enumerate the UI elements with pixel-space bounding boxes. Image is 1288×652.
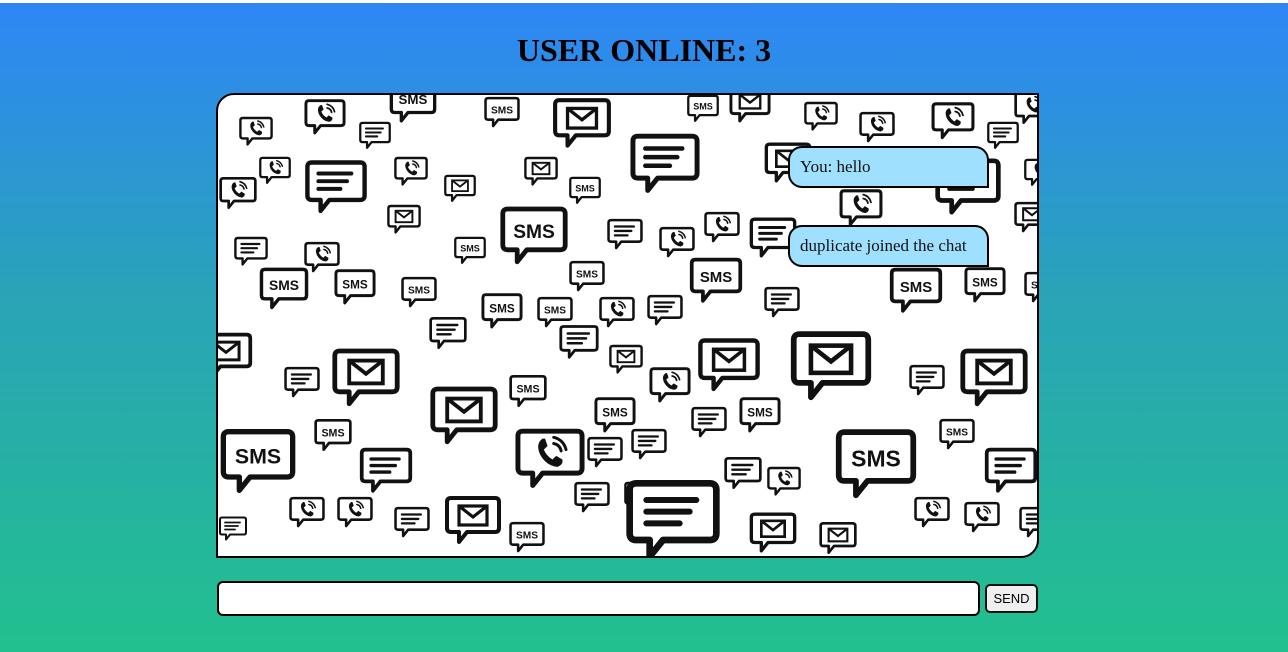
sms-bubble-icon <box>889 267 943 313</box>
envelope-bubble-icon <box>555 100 609 145</box>
message-input[interactable] <box>217 581 980 616</box>
phone-bubble-icon <box>859 111 895 143</box>
envelope-bubble-icon <box>794 334 869 397</box>
phone-bubble-icon <box>304 99 346 135</box>
phone-bubble-icon <box>239 116 273 146</box>
sms-bubble-icon <box>569 260 605 292</box>
sms-bubble-icon <box>259 267 309 310</box>
envelope-bubble-icon <box>218 332 253 378</box>
phone-bubble-icon <box>518 431 582 485</box>
sms-bubble-icon <box>454 236 486 264</box>
message-lines-bubble-icon <box>647 294 683 326</box>
phone-bubble-icon <box>259 156 291 184</box>
message-lines-bubble-icon <box>1019 506 1037 538</box>
sms-bubble-icon <box>334 269 376 305</box>
envelope-bubble-icon <box>700 341 757 389</box>
phone-bubble-icon <box>304 241 340 273</box>
envelope-bubble-icon <box>335 351 397 404</box>
message-lines-bubble-icon <box>307 163 364 211</box>
message-lines-bubble-icon <box>587 436 623 468</box>
sms-bubble-icon <box>537 296 573 328</box>
envelope-bubble-icon <box>963 351 1025 404</box>
envelope-bubble-icon <box>749 512 797 553</box>
sms-bubble-icon <box>481 293 523 329</box>
message-lines-bubble-icon <box>359 447 413 493</box>
message-lines-bubble-icon <box>574 481 610 513</box>
message-lines-bubble-icon <box>234 236 268 266</box>
phone-bubble-icon <box>767 466 801 496</box>
sms-bubble-icon <box>839 432 914 495</box>
message-lines-bubble-icon <box>559 325 599 359</box>
sms-bubble-icon <box>401 276 437 308</box>
phone-bubble-icon <box>659 226 695 258</box>
message-lines-bubble-icon <box>764 286 800 318</box>
phone-bubble-icon <box>931 102 975 140</box>
envelope-bubble-icon <box>729 95 771 123</box>
phone-bubble-icon <box>394 156 428 186</box>
chat-window[interactable]: SMS You: hello duplicate joined the chat <box>216 93 1039 558</box>
chat-message: duplicate joined the chat <box>788 225 989 267</box>
sms-bubble-icon <box>687 95 719 122</box>
message-lines-bubble-icon <box>984 447 1037 493</box>
envelope-bubble-icon <box>819 521 857 555</box>
phone-bubble-icon <box>649 367 691 403</box>
envelope-bubble-icon <box>387 204 421 234</box>
top-border-strip <box>0 0 1288 3</box>
message-lines-bubble-icon <box>633 136 697 190</box>
sms-bubble-icon <box>569 176 601 204</box>
message-lines-bubble-icon <box>630 483 717 556</box>
message-lines-bubble-icon <box>724 457 762 489</box>
sms-bubble-icon <box>509 375 547 407</box>
sms-bubble-icon <box>389 95 437 123</box>
message-lines-bubble-icon <box>909 364 945 396</box>
phone-bubble-icon <box>1014 95 1037 125</box>
phone-bubble-icon <box>599 296 635 328</box>
sms-bubble-icon <box>503 209 565 262</box>
online-users-title: USER ONLINE: 3 <box>516 32 772 68</box>
phone-bubble-icon <box>289 496 325 528</box>
phone-bubble-icon <box>804 101 838 131</box>
message-lines-bubble-icon <box>987 121 1019 149</box>
envelope-bubble-icon <box>433 389 495 442</box>
phone-bubble-icon <box>1024 158 1037 186</box>
message-lines-bubble-icon <box>394 506 430 538</box>
send-button[interactable]: SEND <box>985 584 1038 613</box>
sms-bubble-icon <box>739 397 781 433</box>
phone-bubble-icon <box>704 211 740 243</box>
sms-bubble-icon <box>964 267 1006 303</box>
envelope-bubble-icon <box>1014 201 1037 233</box>
envelope-bubble-icon <box>445 496 501 544</box>
message-lines-bubble-icon <box>284 366 320 398</box>
phone-bubble-icon <box>839 189 883 227</box>
message-lines-bubble-icon <box>219 516 247 541</box>
envelope-bubble-icon <box>609 344 643 374</box>
message-lines-bubble-icon <box>359 121 391 149</box>
sms-bubble-icon <box>509 521 545 553</box>
message-lines-bubble-icon <box>691 406 727 438</box>
sms-bubble-icon <box>484 96 520 128</box>
sms-bubble-icon <box>939 418 975 450</box>
sms-bubble-icon <box>223 432 292 491</box>
message-lines-bubble-icon <box>631 428 667 460</box>
phone-bubble-icon <box>914 496 950 528</box>
envelope-bubble-icon <box>444 174 476 202</box>
sms-bubble-icon <box>594 397 636 433</box>
phone-bubble-icon <box>964 501 1000 533</box>
message-lines-bubble-icon <box>607 218 643 250</box>
chat-message: You: hello <box>788 146 989 188</box>
phone-bubble-icon <box>337 496 373 528</box>
sms-bubble-icon <box>314 419 352 451</box>
envelope-bubble-icon <box>524 156 558 186</box>
phone-bubble-icon <box>219 176 257 210</box>
sms-bubble-icon <box>689 257 743 303</box>
sms-bubble-icon <box>1024 271 1037 303</box>
message-lines-bubble-icon <box>429 317 467 349</box>
